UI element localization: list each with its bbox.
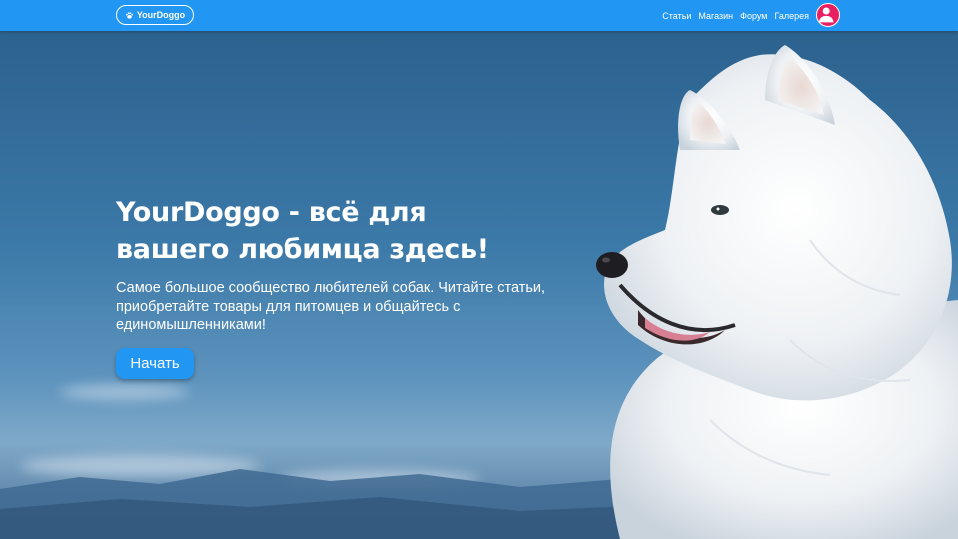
logo-text: YourDoggo [136,10,186,20]
nav-link-shop[interactable]: Магазин [698,11,733,21]
user-avatar-icon [818,7,834,23]
samoyed-dog-image [596,45,958,539]
nav-links: Статьи Магазин Форум Галерея [662,0,809,31]
cloud-decoration [60,385,190,399]
hero-title: YourDoggo - всё для вашего любимца здесь… [116,197,489,265]
nav-link-articles[interactable]: Статьи [662,11,691,21]
start-button[interactable]: Начать [116,348,194,379]
nav-link-forum[interactable]: Форум [740,11,767,21]
user-avatar-button[interactable] [816,3,840,27]
nav-link-gallery[interactable]: Галерея [774,11,809,21]
paw-icon [125,11,133,19]
hero-subtitle: Самое большое сообщество любителей собак… [116,280,546,333]
logo-button[interactable]: YourDoggo [116,5,194,25]
navbar: YourDoggo Статьи Магазин Форум Галерея [0,0,958,31]
page: YourDoggo Статьи Магазин Форум Галерея Y… [0,0,958,539]
